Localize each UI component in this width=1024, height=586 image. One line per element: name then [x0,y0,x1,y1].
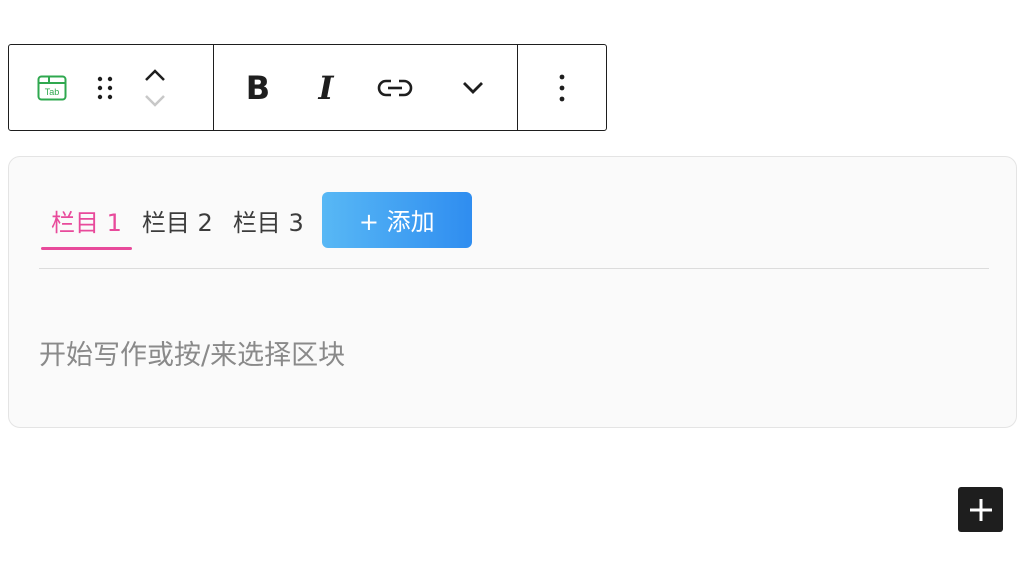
italic-button[interactable]: I [302,45,350,130]
more-vertical-icon [559,74,565,101]
move-down-button[interactable] [135,88,175,114]
tab-3[interactable]: 栏目 3 [223,189,314,250]
block-inserter-button[interactable] [958,487,1003,532]
block-icon-text: Tab [45,87,60,97]
chevron-up-icon [145,68,165,81]
plus-icon [969,498,992,521]
block-controls-group: Tab [9,45,213,130]
tab-list: 栏目 1 栏目 2 栏目 3 + 添加 [41,189,472,250]
block-placeholder[interactable]: 开始写作或按/来选择区块 [39,333,345,372]
editor-canvas: Tab B I 栏目 1 栏目 2 栏目 3 + 添加 开始写作或按/来选择区块 [0,0,1024,586]
block-type-button[interactable]: Tab [9,45,85,130]
move-up-button[interactable] [135,62,175,88]
tab-block-icon: Tab [37,75,67,100]
block-mover [125,45,185,130]
tabs-divider [39,268,989,269]
tab-1[interactable]: 栏目 1 [41,189,132,250]
block-options-button[interactable] [532,45,592,130]
chevron-down-icon [145,94,165,107]
block-toolbar: Tab B I [8,44,607,131]
link-icon [377,79,413,96]
options-group [517,45,606,130]
formatting-group: B I [213,45,517,130]
bold-button[interactable]: B [214,45,302,130]
add-tab-button[interactable]: + 添加 [321,191,472,248]
tabs-block: 栏目 1 栏目 2 栏目 3 + 添加 开始写作或按/来选择区块 [8,156,1017,428]
chevron-down-icon [463,81,483,94]
drag-handle-button[interactable] [85,45,125,130]
drag-handle-icon [97,76,113,99]
link-button[interactable] [350,45,440,130]
tab-2[interactable]: 栏目 2 [132,189,223,250]
more-formatting-button[interactable] [440,45,506,130]
